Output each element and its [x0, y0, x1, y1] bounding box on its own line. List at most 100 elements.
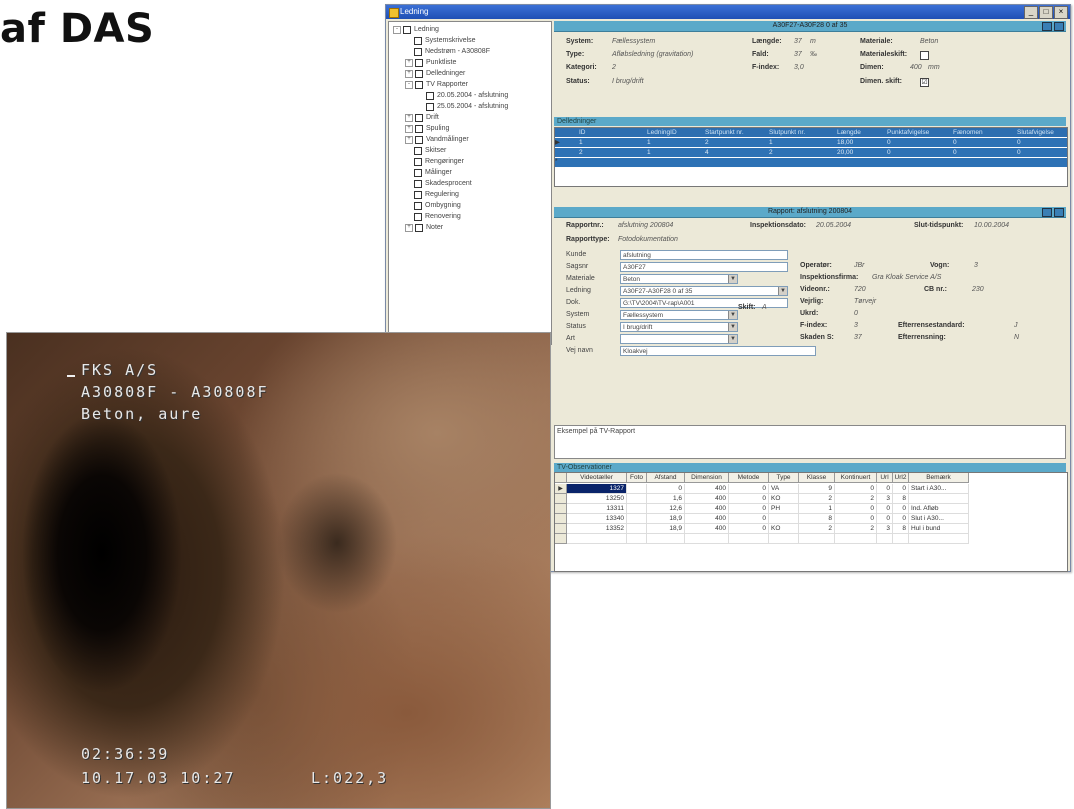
form-dropdown[interactable]: Beton ▼	[620, 274, 738, 284]
table-cell[interactable]	[627, 504, 647, 514]
table-cell[interactable]: 0	[893, 484, 909, 494]
table-cell[interactable]: PH	[769, 504, 799, 514]
row-selector[interactable]	[555, 534, 567, 544]
table-cell[interactable]: 0	[835, 484, 877, 494]
tree-checkbox[interactable]	[414, 190, 422, 199]
tree-item[interactable]: + Spuling	[405, 124, 449, 133]
table-cell[interactable]	[799, 534, 835, 544]
tree-item[interactable]: Systemskrivelse	[405, 36, 476, 45]
maximize-button[interactable]: □	[1039, 6, 1053, 19]
table-cell[interactable]: 0	[893, 504, 909, 514]
table-cell[interactable]: 0	[877, 484, 893, 494]
table-column-header[interactable]: Foto	[627, 473, 647, 483]
tree-item[interactable]: + Vandmålinger	[405, 135, 469, 144]
form-dropdown[interactable]: I brug/drift ▼	[620, 322, 738, 332]
tree-view[interactable]: - Ledning Systemskrivelse Nedstrøm - A30808…	[388, 21, 552, 345]
table-cell[interactable]: 13352	[567, 524, 627, 534]
tree-checkbox[interactable]	[414, 47, 422, 56]
table-cell[interactable]: 2	[835, 494, 877, 504]
dimen-skift-checkbox[interactable]: ☑	[920, 78, 929, 87]
tree-item[interactable]: Skadesprocent	[405, 179, 472, 188]
tree-item[interactable]: 20.05.2004 - afslutning	[417, 91, 508, 100]
report-notes-memo[interactable]: Eksempel på TV-Rapport	[554, 425, 1066, 459]
grid-column-header[interactable]: Slutpunkt nr.	[769, 129, 805, 136]
row-selector[interactable]	[555, 514, 567, 524]
table-column-header[interactable]: Metode	[729, 473, 769, 483]
row-selector[interactable]: ▶	[555, 484, 567, 494]
table-cell[interactable]: 400	[685, 484, 729, 494]
table-cell[interactable]: 0	[729, 504, 769, 514]
table-cell[interactable]	[909, 494, 969, 504]
tree-checkbox[interactable]	[414, 36, 422, 45]
table-cell[interactable]: 0	[835, 504, 877, 514]
tree-item[interactable]: 25.05.2004 - afslutning	[417, 102, 508, 111]
table-cell[interactable]: 0	[729, 484, 769, 494]
dropdown-arrow-icon[interactable]: ▼	[728, 335, 737, 343]
table-column-header[interactable]: Url	[877, 473, 893, 483]
tree-item[interactable]: - TV Rapporter	[405, 80, 468, 89]
table-cell[interactable]: 8	[799, 514, 835, 524]
table-cell[interactable]: 0	[729, 514, 769, 524]
tree-item[interactable]: Renovering	[405, 212, 461, 221]
table-cell[interactable]: 18,9	[647, 524, 685, 534]
form-dropdown[interactable]: ▼	[620, 334, 738, 344]
table-cell[interactable]: 400	[685, 524, 729, 534]
panel-help-icon[interactable]	[1042, 22, 1052, 31]
tree-item[interactable]: Målinger	[405, 168, 452, 177]
table-cell[interactable]	[627, 524, 647, 534]
table-cell[interactable]	[627, 534, 647, 544]
form-dropdown[interactable]: A30F27-A30F28 0 af 35 ▼	[620, 286, 788, 296]
table-cell[interactable]: 0	[835, 514, 877, 524]
grid-row[interactable]: ▶ 1 1 2 1 18,00 0 0 0	[555, 138, 1067, 147]
table-cell[interactable]: KO	[769, 524, 799, 534]
expand-icon[interactable]: +	[405, 69, 413, 78]
dropdown-arrow-icon[interactable]: ▼	[728, 311, 737, 319]
table-column-header[interactable]: Type	[769, 473, 799, 483]
table-cell[interactable]: 13340	[567, 514, 627, 524]
dropdown-arrow-icon[interactable]: ▼	[778, 287, 787, 295]
table-column-header[interactable]: Kontinuert	[835, 473, 877, 483]
table-cell[interactable]	[627, 514, 647, 524]
table-cell[interactable]: 8	[893, 494, 909, 504]
table-cell[interactable]: Start i A30...	[909, 484, 969, 494]
table-cell[interactable]: 1,6	[647, 494, 685, 504]
tree-checkbox[interactable]	[415, 80, 423, 89]
table-column-header[interactable]: Afstand	[647, 473, 685, 483]
table-cell[interactable]: 1327	[567, 484, 627, 494]
tree-checkbox[interactable]	[415, 124, 423, 133]
table-cell[interactable]	[909, 534, 969, 544]
grid-column-header[interactable]: Slutafvigelse	[1017, 129, 1054, 136]
form-input[interactable]: A30F27	[620, 262, 788, 272]
table-cell[interactable]: 400	[685, 504, 729, 514]
tree-item[interactable]: + Drift	[405, 113, 439, 122]
expand-icon[interactable]: +	[405, 58, 413, 67]
grid-row[interactable]: 2 1 4 2 20,00 0 0 0	[555, 148, 1067, 157]
table-cell[interactable]	[567, 534, 627, 544]
table-cell[interactable]: 0	[647, 484, 685, 494]
table-cell[interactable]: 0	[877, 504, 893, 514]
tree-checkbox[interactable]	[426, 91, 434, 100]
tree-item[interactable]: - Ledning	[393, 25, 439, 34]
table-column-header[interactable]: Dimension	[685, 473, 729, 483]
form-input[interactable]: afslutning	[620, 250, 788, 260]
tree-item[interactable]: + Punktliste	[405, 58, 456, 67]
grid-new-row[interactable]: *	[555, 158, 1067, 167]
grid-column-header[interactable]: Længde	[837, 129, 861, 136]
table-cell[interactable]: 12,6	[647, 504, 685, 514]
panel-help-icon[interactable]	[1042, 208, 1052, 217]
expand-icon[interactable]: +	[405, 113, 413, 122]
table-cell[interactable]: 2	[799, 494, 835, 504]
table-cell[interactable]	[647, 534, 685, 544]
panel-close-icon[interactable]	[1054, 22, 1064, 31]
grid-column-header[interactable]: LedningID	[647, 129, 677, 136]
table-cell[interactable]	[835, 534, 877, 544]
table-cell[interactable]	[893, 534, 909, 544]
expand-icon[interactable]: +	[405, 124, 413, 133]
table-cell[interactable]: 3	[877, 524, 893, 534]
table-cell[interactable]: Hul i bund	[909, 524, 969, 534]
grid-column-header[interactable]: Punktafvigelse	[887, 129, 929, 136]
tree-checkbox[interactable]	[414, 146, 422, 155]
table-cell[interactable]: 400	[685, 494, 729, 504]
form-input[interactable]: Kloakvej	[620, 346, 816, 356]
tree-item[interactable]: + Delledninger	[405, 69, 465, 78]
